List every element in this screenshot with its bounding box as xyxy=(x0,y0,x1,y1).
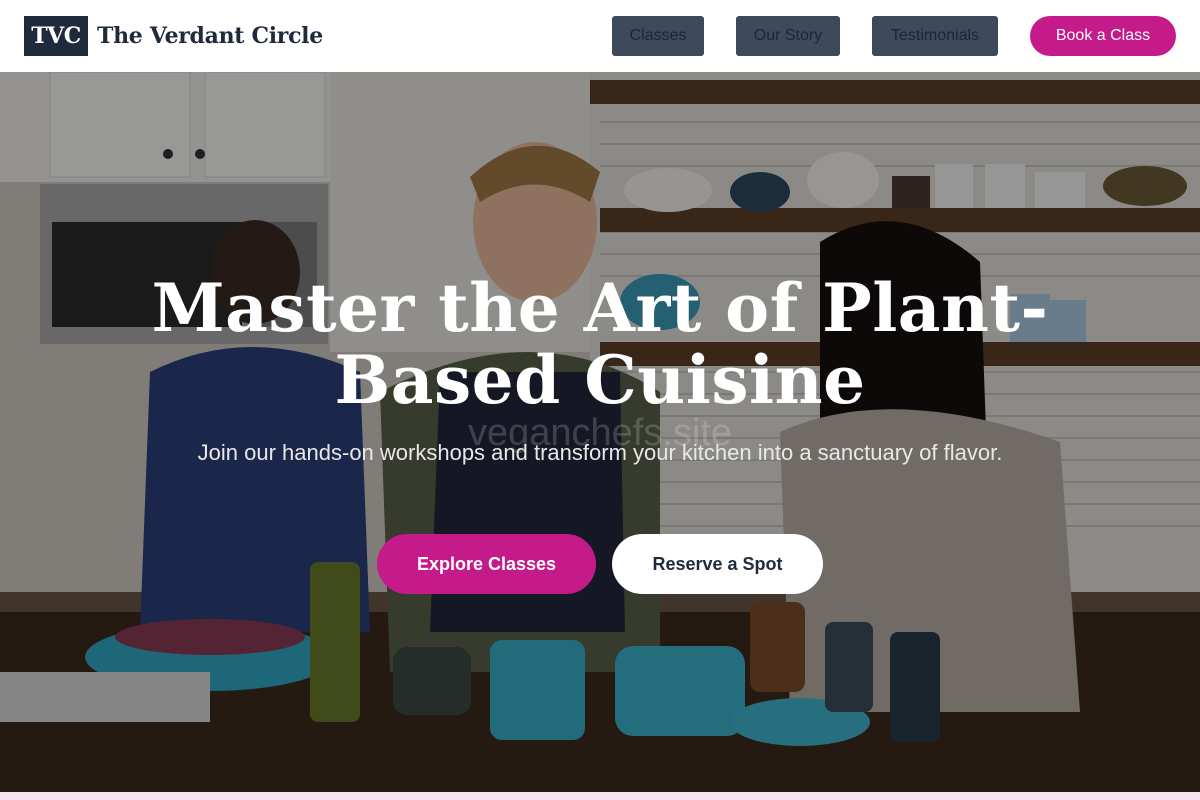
nav-classes[interactable]: Classes xyxy=(612,16,704,56)
main-nav: Classes Our Story Testimonials xyxy=(0,16,1200,56)
nav-testimonials[interactable]: Testimonials xyxy=(872,16,998,56)
hero-section: Master the Art of Plant- Based Cuisine v… xyxy=(0,72,1200,792)
book-class-button[interactable]: Book a Class xyxy=(1030,16,1176,56)
hero-subline: Join our hands-on workshops and transfor… xyxy=(197,440,1003,465)
hero-headline-line2: Based Cuisine xyxy=(334,341,866,419)
hero-headline: Master the Art of Plant- Based Cuisine xyxy=(0,272,1200,416)
explore-classes-button[interactable]: Explore Classes xyxy=(377,534,596,594)
site-header: TVC The Verdant Circle Classes Our Story… xyxy=(0,0,1200,72)
next-section-edge xyxy=(0,792,1200,800)
hero-headline-line1: Master the Art of Plant- xyxy=(151,269,1049,347)
nav-our-story[interactable]: Our Story xyxy=(736,16,840,56)
reserve-spot-button[interactable]: Reserve a Spot xyxy=(612,534,823,594)
